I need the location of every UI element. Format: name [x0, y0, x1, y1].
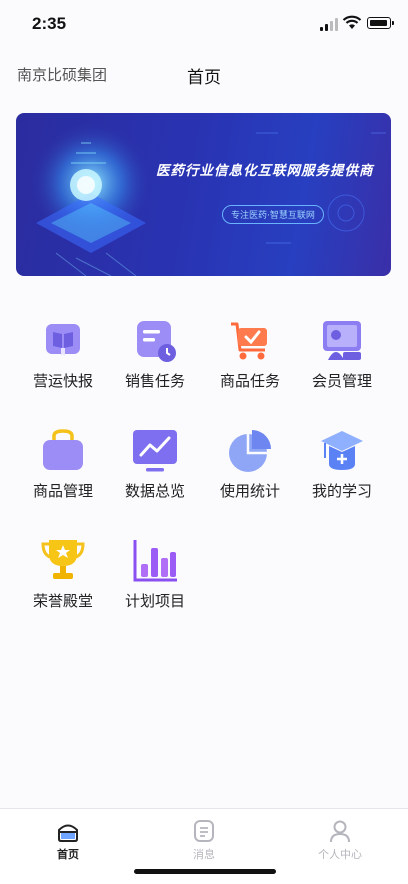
grid-item-label: 数据总览 [124, 482, 185, 500]
grid-item-usage-stats[interactable]: 使用统计 [205, 428, 295, 528]
grid-item-sales-task[interactable]: 销售任务 [110, 318, 200, 418]
grid-item-operation-report[interactable]: 营运快报 [18, 318, 108, 418]
graduation-cap-icon [321, 431, 363, 470]
tab-messages[interactable]: 消息 [136, 809, 272, 869]
company-name[interactable]: 南京比硕集团 [17, 64, 107, 85]
tab-label: 首页 [57, 848, 79, 861]
tab-label: 消息 [193, 848, 215, 861]
battery-icon [367, 17, 394, 29]
bar-chart-icon [133, 540, 177, 582]
banner-illustration [29, 121, 386, 276]
book-icon [46, 324, 80, 356]
bag-icon [43, 429, 83, 470]
grid-item-label: 商品任务 [219, 372, 280, 390]
grid-item-label: 销售任务 [124, 372, 185, 390]
promo-banner[interactable]: 医药行业信息化互联网服务提供商 专注医药·智慧互联网 [16, 113, 391, 276]
grid-item-label: 计划项目 [124, 592, 185, 610]
home-icon [58, 824, 78, 842]
tab-profile[interactable]: 个人中心 [272, 809, 408, 869]
grid-item-label: 荣誉殿堂 [32, 592, 93, 610]
status-bar: 2:35 [0, 0, 408, 48]
line-chart-monitor-icon [133, 430, 177, 472]
grid-item-label: 使用统计 [219, 482, 280, 500]
grid-item-product-task[interactable]: 商品任务 [205, 318, 295, 418]
header: 南京比硕集团 首页 [0, 48, 408, 100]
grid-item-label: 商品管理 [32, 482, 93, 500]
grid-item-honor-hall[interactable]: 荣誉殿堂 [18, 538, 108, 638]
person-icon [330, 820, 350, 843]
grid-item-label: 会员管理 [311, 372, 372, 390]
signal-icon [320, 18, 340, 31]
task-list-icon [137, 321, 176, 362]
home-indicator [134, 869, 276, 874]
wifi-icon [342, 15, 362, 29]
teacher-board-icon [323, 321, 361, 360]
grid-item-label: 营运快报 [32, 372, 93, 390]
grid-item-member-management[interactable]: 会员管理 [297, 318, 387, 418]
trophy-icon [41, 540, 85, 579]
grid-item-my-learning[interactable]: 我的学习 [297, 428, 387, 528]
status-time: 2:35 [32, 14, 67, 33]
banner-title: 医药行业信息化互联网服务提供商 [156, 163, 374, 179]
grid-item-product-management[interactable]: 商品管理 [18, 428, 108, 528]
pie-chart-icon [229, 430, 271, 472]
grid-item-plan-project[interactable]: 计划项目 [110, 538, 200, 638]
message-icon [194, 820, 214, 842]
tab-label: 个人中心 [318, 848, 362, 861]
cart-icon [231, 322, 267, 360]
page-title: 首页 [187, 68, 221, 88]
grid-item-data-overview[interactable]: 数据总览 [110, 428, 200, 528]
banner-subtitle: 专注医药·智慧互联网 [222, 205, 324, 224]
tab-home[interactable]: 首页 [0, 809, 136, 869]
grid-item-label: 我的学习 [311, 482, 372, 500]
